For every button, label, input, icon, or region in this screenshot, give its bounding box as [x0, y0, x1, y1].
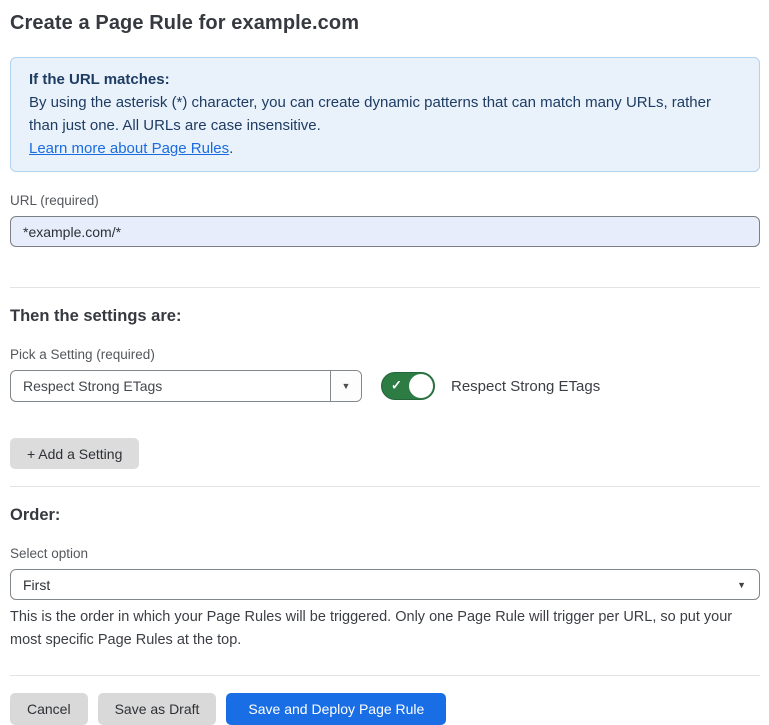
order-section-heading: Order: [10, 506, 760, 525]
divider [10, 486, 760, 487]
info-link-suffix: . [229, 140, 233, 157]
check-icon: ✓ [391, 378, 402, 394]
url-field-label: URL (required) [10, 193, 760, 208]
url-match-info-callout: If the URL matches: By using the asteris… [10, 57, 760, 172]
footer-actions: Cancel Save as Draft Save and Deploy Pag… [10, 693, 760, 725]
toggle-knob [409, 374, 433, 398]
setting-row: Respect Strong ETags ▼ ✓ Respect Strong … [10, 370, 760, 402]
info-body: By using the asterisk (*) character, you… [29, 91, 741, 137]
setting-toggle-label: Respect Strong ETags [451, 378, 600, 395]
divider [10, 287, 760, 288]
save-draft-button[interactable]: Save as Draft [98, 693, 217, 725]
chevron-down-icon[interactable]: ▼ [330, 371, 361, 401]
page-rule-form: Create a Page Rule for example.com If th… [0, 0, 769, 725]
setting-toggle[interactable]: ✓ [381, 372, 435, 400]
info-link-line: Learn more about Page Rules. [29, 137, 741, 160]
setting-picker-dropdown[interactable]: Respect Strong ETags ▼ [10, 370, 362, 402]
settings-section-heading: Then the settings are: [10, 307, 760, 326]
url-input[interactable] [10, 216, 760, 247]
chevron-down-icon: ▼ [737, 580, 759, 590]
learn-more-link[interactable]: Learn more about Page Rules [29, 140, 229, 157]
info-heading: If the URL matches: [29, 68, 741, 91]
add-setting-button[interactable]: + Add a Setting [10, 438, 139, 469]
divider [10, 675, 760, 676]
save-deploy-button[interactable]: Save and Deploy Page Rule [226, 693, 446, 725]
setting-picker-label: Pick a Setting (required) [10, 347, 760, 362]
page-title: Create a Page Rule for example.com [10, 12, 760, 35]
order-select-dropdown[interactable]: First ▼ [10, 569, 760, 600]
order-select-label: Select option [10, 546, 760, 561]
cancel-button[interactable]: Cancel [10, 693, 88, 725]
setting-picker-value: Respect Strong ETags [11, 378, 330, 394]
order-help-text: This is the order in which your Page Rul… [10, 606, 750, 652]
order-select-value: First [11, 577, 737, 593]
